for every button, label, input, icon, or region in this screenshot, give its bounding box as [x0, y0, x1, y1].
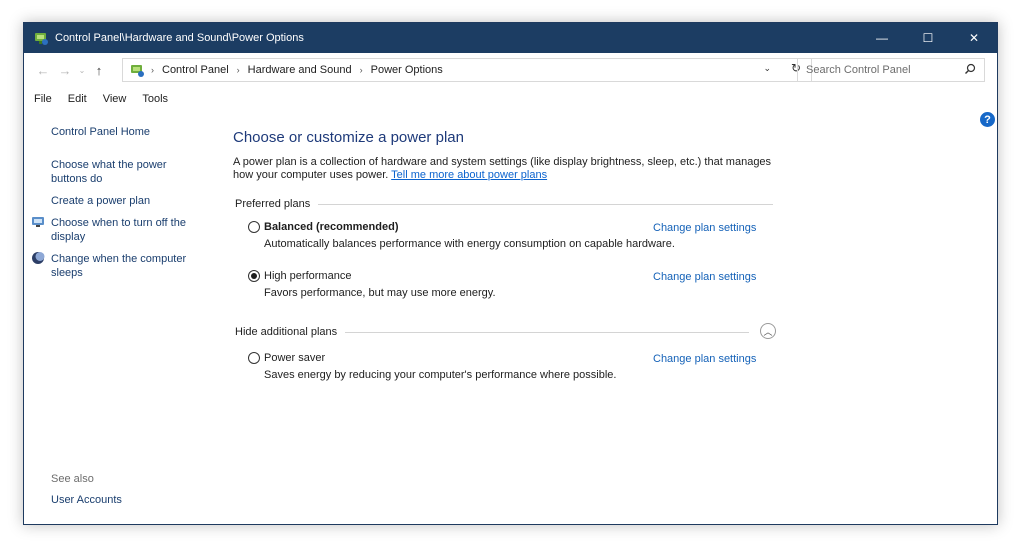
window-controls: — ☐ ✕: [859, 23, 997, 53]
address-bar[interactable]: › Control Panel › Hardware and Sound › P…: [122, 58, 812, 82]
close-button[interactable]: ✕: [951, 23, 997, 53]
plan-description: Favors performance, but may use more ene…: [264, 287, 496, 299]
display-shield-icon: [32, 217, 44, 227]
radio-selected-dot: [251, 273, 257, 279]
sidebar-item-control-panel-home[interactable]: Control Panel Home: [51, 125, 150, 139]
breadcrumb-power-options[interactable]: Power Options: [371, 64, 443, 76]
change-plan-settings-link-balanced[interactable]: Change plan settings: [653, 222, 756, 234]
sidebar-item-create-plan[interactable]: Create a power plan: [51, 194, 150, 208]
collapse-chevron-up-icon[interactable]: ︿: [760, 323, 776, 339]
sidebar: Control Panel Home Choose what the power…: [24, 119, 224, 519]
plan-power-saver: Power saver Saves energy by reducing you…: [248, 352, 616, 381]
address-dropdown-icon[interactable]: ⌄: [763, 63, 771, 74]
menu-file[interactable]: File: [24, 93, 58, 109]
hide-additional-plans-header: Hide additional plans: [235, 326, 750, 338]
plan-name[interactable]: High performance: [264, 270, 351, 282]
plan-description: Automatically balances performance with …: [264, 238, 675, 250]
breadcrumb-control-panel[interactable]: Control Panel: [162, 64, 229, 76]
learn-more-link[interactable]: Tell me more about power plans: [391, 169, 547, 181]
title-bar: Control Panel\Hardware and Sound\Power O…: [24, 23, 997, 53]
maximize-button[interactable]: ☐: [905, 23, 951, 53]
power-options-icon: [35, 33, 48, 45]
preferred-plans-label: Preferred plans: [235, 198, 311, 210]
menu-tools[interactable]: Tools: [132, 93, 174, 109]
hide-additional-plans-label[interactable]: Hide additional plans: [235, 326, 337, 338]
plan-name[interactable]: Balanced (recommended): [264, 221, 398, 233]
search-icon[interactable]: [964, 63, 976, 75]
breadcrumb-separator-icon: ›: [151, 65, 154, 75]
search-placeholder: Search Control Panel: [806, 64, 911, 76]
high-performance-radio[interactable]: [248, 270, 260, 282]
plan-balanced: Balanced (recommended) Automatically bal…: [248, 221, 675, 250]
change-plan-settings-link-high-performance[interactable]: Change plan settings: [653, 271, 756, 283]
power-saver-radio[interactable]: [248, 352, 260, 364]
breadcrumb-separator-icon[interactable]: ›: [237, 65, 240, 75]
plan-name[interactable]: Power saver: [264, 352, 325, 364]
menu-edit[interactable]: Edit: [58, 93, 93, 109]
page-title: Choose or customize a power plan: [233, 129, 464, 146]
back-arrow-icon[interactable]: ←: [32, 59, 54, 81]
preferred-plans-header: Preferred plans: [235, 198, 774, 210]
balanced-radio[interactable]: [248, 221, 260, 233]
navigation-bar: ← → ⌄ ↑ › Control Panel › Hardware and S…: [24, 53, 997, 87]
sidebar-item-power-buttons[interactable]: Choose what the power buttons do: [51, 158, 181, 186]
window-title: Control Panel\Hardware and Sound\Power O…: [55, 32, 304, 44]
plan-description: Saves energy by reducing your computer's…: [264, 369, 617, 381]
sidebar-item-user-accounts[interactable]: User Accounts: [51, 494, 122, 506]
menu-bar: File Edit View Tools: [24, 93, 174, 109]
help-icon[interactable]: ?: [980, 112, 995, 127]
sidebar-item-turn-off-display[interactable]: Choose when to turn off the display: [51, 216, 201, 244]
search-input[interactable]: Search Control Panel: [797, 58, 985, 82]
up-arrow-icon[interactable]: ↑: [88, 59, 110, 81]
plan-high-performance: High performance Favors performance, but…: [248, 270, 496, 299]
menu-view[interactable]: View: [93, 93, 133, 109]
recent-locations-chevron-icon[interactable]: ⌄: [76, 59, 88, 81]
see-also-label: See also: [51, 473, 94, 485]
page-description: A power plan is a collection of hardware…: [233, 156, 793, 182]
minimize-button[interactable]: —: [859, 23, 905, 53]
forward-arrow-icon[interactable]: →: [54, 59, 76, 81]
sidebar-item-computer-sleeps[interactable]: Change when the computer sleeps: [51, 252, 201, 280]
sleep-moon-icon: [32, 252, 45, 264]
control-panel-window: Control Panel\Hardware and Sound\Power O…: [23, 22, 998, 525]
section-divider: [318, 203, 774, 205]
main-content: Choose or customize a power plan A power…: [233, 129, 793, 381]
breadcrumb-hardware-and-sound[interactable]: Hardware and Sound: [248, 64, 352, 76]
breadcrumb-separator-icon[interactable]: ›: [360, 65, 363, 75]
section-divider: [345, 331, 750, 333]
control-panel-location-icon: [131, 65, 144, 77]
change-plan-settings-link-power-saver[interactable]: Change plan settings: [653, 353, 756, 365]
